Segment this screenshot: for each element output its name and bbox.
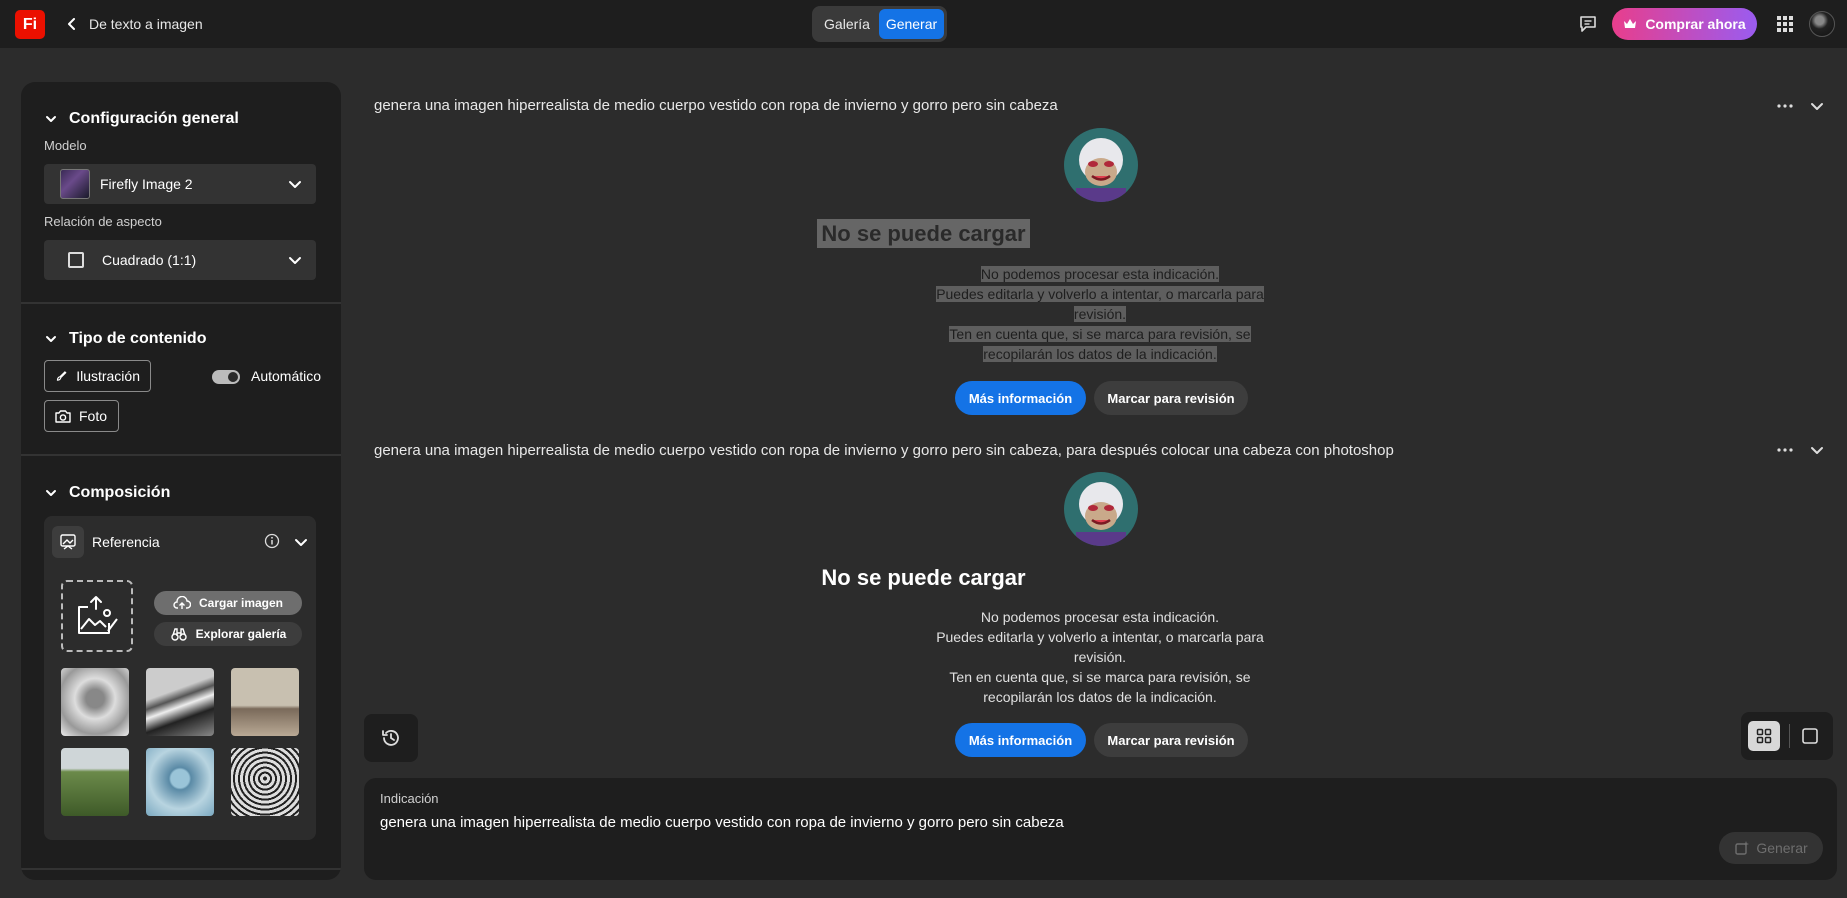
reference-thumbnail-landscape[interactable] [146,668,214,736]
more-options-icon[interactable] [1775,96,1795,116]
view-switcher: Galería Generar [812,6,947,42]
reference-thumbnail-road[interactable] [61,748,129,816]
model-select[interactable]: Firefly Image 2 [44,164,316,204]
apps-grid-icon[interactable] [1776,15,1794,33]
section-content-type-header[interactable]: Tipo de contenido [45,330,206,348]
settings-sidebar: Configuración general Modelo Firefly Ima… [21,82,341,880]
model-label: Modelo [44,138,87,153]
brush-icon [56,371,67,381]
chevron-down-icon [46,490,56,496]
reference-thumbnail-sphere[interactable] [146,748,214,816]
explore-gallery-label: Explorar galería [195,627,287,641]
flag-for-review-button[interactable]: Marcar para revisión [1094,723,1248,757]
error-title: No se puede cargar [821,565,1026,590]
generate-button[interactable]: Generar [1719,832,1823,864]
error-mascot [1064,128,1138,202]
page-title: De texto a imagen [89,16,203,32]
history-icon [382,730,399,746]
feedback-icon[interactable] [1578,14,1598,34]
more-info-button[interactable]: Más información [955,381,1086,415]
section-general-title: Configuración general [69,110,239,127]
top-bar: Fi De texto a imagen Galería Generar Com… [0,0,1847,48]
divider [21,868,341,870]
chevron-left-icon [68,18,75,30]
section-general-header[interactable]: Configuración general [45,110,239,128]
chevron-down-icon [46,336,56,342]
section-composition-title: Composición [69,484,171,501]
upload-image-button[interactable]: Cargar imagen [154,591,302,615]
prompt-label: Indicación [380,791,439,806]
explore-gallery-button[interactable]: Explorar galería [154,622,302,646]
chevron-down-icon [289,257,301,264]
feed-prompt: genera una imagen hiperrealista de medio… [374,442,1394,459]
photo-label: Foto [79,408,108,424]
model-value: Firefly Image 2 [100,176,193,192]
photo-chip[interactable]: Foto [44,400,119,432]
upload-image-label: Cargar imagen [198,596,284,610]
image-upload-icon [78,596,118,634]
section-content-type-title: Tipo de contenido [69,330,207,347]
grid-view-button[interactable] [1748,721,1780,751]
feed-prompt: genera una imagen hiperrealista de medio… [374,97,1058,114]
divider [21,454,341,456]
info-icon[interactable] [264,533,280,549]
aspect-value: Cuadrado (1:1) [102,252,197,268]
tab-gallery[interactable]: Galería [815,9,879,39]
prompt-input[interactable]: genera una imagen hiperrealista de medio… [380,814,1064,831]
generate-icon [1735,841,1750,855]
reference-thumbnail-bird-sketch[interactable] [61,668,129,736]
history-button[interactable] [364,714,418,762]
back-button[interactable] [62,14,82,34]
square-icon [68,252,84,268]
generate-label: Generar [1756,840,1808,856]
layout-toggle [1741,712,1833,760]
chevron-down-icon [46,116,56,122]
more-options-icon[interactable] [1775,440,1795,460]
divider [1789,724,1790,748]
reference-title: Referencia [92,534,160,550]
auto-toggle[interactable] [212,370,240,384]
tab-generate[interactable]: Generar [879,9,944,39]
chevron-down-icon[interactable] [1810,443,1824,457]
crown-icon [1624,19,1637,28]
reference-icon [52,526,84,558]
divider [21,302,341,304]
reference-thumbnail-interior[interactable] [231,668,299,736]
single-view-icon[interactable] [1801,727,1819,745]
prompt-panel: Indicación genera una imagen hiperrealis… [364,778,1837,880]
reference-thumbnail-owl[interactable] [231,748,299,816]
camera-icon [55,410,71,423]
chevron-down-icon [289,181,301,188]
section-composition-header[interactable]: Composición [45,484,170,502]
error-message: No podemos procesar esta indicación. Pue… [936,266,1264,362]
error-message: No podemos procesar esta indicación. Pue… [936,609,1264,705]
chevron-down-icon[interactable] [294,535,308,549]
buy-now-label: Comprar ahora [1645,16,1746,32]
buy-now-button[interactable]: Comprar ahora [1612,8,1757,40]
binoculars-icon [170,628,187,641]
firefly-logo[interactable]: Fi [15,10,45,39]
chevron-down-icon[interactable] [1810,99,1824,113]
flag-for-review-button[interactable]: Marcar para revisión [1094,381,1248,415]
model-thumbnail [60,169,90,199]
auto-toggle-label: Automático [251,368,322,384]
grid-icon [1756,728,1772,744]
error-mascot [1064,472,1138,546]
user-avatar[interactable] [1809,11,1835,37]
error-title: No se puede cargar [0,219,1847,248]
illustration-chip[interactable]: Ilustración [44,360,151,392]
more-info-button[interactable]: Más información [955,723,1086,757]
cloud-upload-icon [173,596,191,609]
illustration-label: Ilustración [76,368,140,384]
